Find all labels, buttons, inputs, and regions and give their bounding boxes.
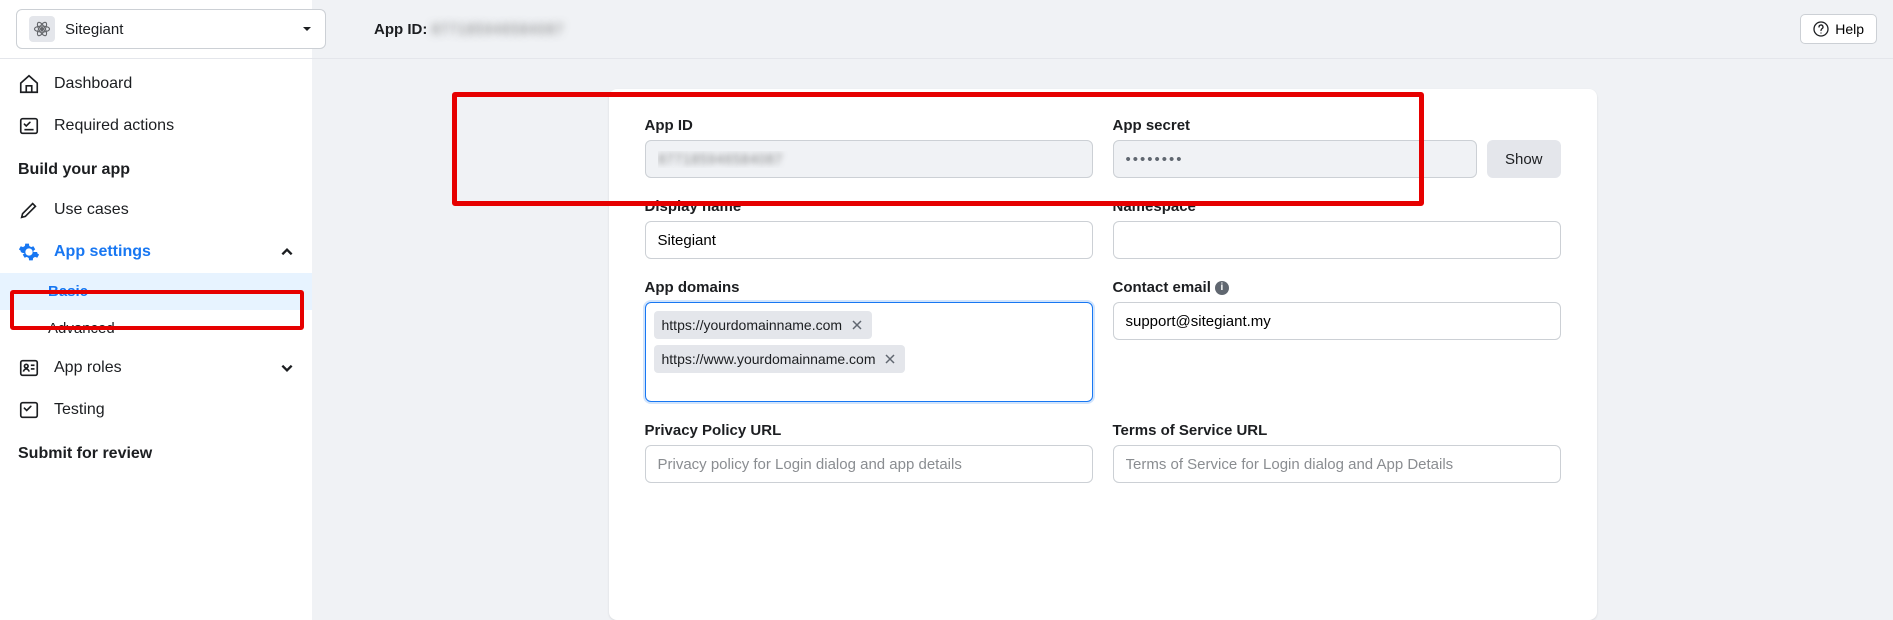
chevron-up-icon	[280, 245, 294, 259]
caret-down-icon	[301, 23, 313, 35]
contact-email-label: Contact email i	[1113, 279, 1561, 296]
show-secret-button[interactable]: Show	[1487, 140, 1561, 178]
app-id-field-label: App ID	[645, 117, 1093, 134]
namespace-input[interactable]	[1113, 221, 1561, 259]
help-button[interactable]: Help	[1800, 14, 1877, 44]
privacy-url-input[interactable]	[645, 445, 1093, 483]
app-id-label: App ID:	[374, 21, 427, 38]
namespace-label: Namespace	[1113, 198, 1561, 215]
remove-tag-icon[interactable]	[883, 352, 897, 366]
app-secret-input[interactable]	[1113, 140, 1477, 178]
main-content: App ID App secret Show Display name	[312, 0, 1893, 620]
display-name-label: Display name	[645, 198, 1093, 215]
testing-icon	[18, 399, 40, 421]
sidebar-heading-submit: Submit for review	[0, 431, 312, 473]
display-name-input[interactable]	[645, 221, 1093, 259]
sidebar-sublabel: Basic	[48, 283, 88, 300]
tos-url-label: Terms of Service URL	[1113, 422, 1561, 439]
help-label: Help	[1835, 21, 1864, 37]
chevron-down-icon	[280, 361, 294, 375]
app-id-input[interactable]	[645, 140, 1093, 178]
domain-tag: https://www.yourdomainname.com	[654, 345, 906, 373]
info-icon[interactable]: i	[1215, 281, 1229, 295]
atom-icon	[29, 16, 55, 42]
sidebar: Dashboard Required actions Build your ap…	[0, 0, 312, 620]
home-icon	[18, 73, 40, 95]
sidebar-label: App settings	[54, 243, 151, 261]
privacy-url-label: Privacy Policy URL	[645, 422, 1093, 439]
sidebar-item-dashboard[interactable]: Dashboard	[0, 63, 312, 105]
domain-tag: https://yourdomainname.com	[654, 311, 873, 339]
app-id-value: 877185946584087	[431, 21, 564, 38]
help-icon	[1813, 21, 1829, 37]
sidebar-sublabel: Advanced	[48, 320, 115, 337]
contact-email-input[interactable]	[1113, 302, 1561, 340]
settings-card: App ID App secret Show Display name	[609, 89, 1597, 620]
checklist-icon	[18, 115, 40, 137]
sidebar-item-use-cases[interactable]: Use cases	[0, 189, 312, 231]
sidebar-heading-build: Build your app	[0, 147, 312, 189]
sidebar-label: Dashboard	[54, 75, 132, 93]
domain-tag-text: https://www.yourdomainname.com	[662, 351, 876, 367]
app-selector-name: Sitegiant	[65, 21, 291, 38]
sidebar-subitem-basic[interactable]: Basic	[0, 273, 312, 310]
pencil-icon	[18, 199, 40, 221]
sidebar-label: Testing	[54, 401, 105, 419]
tos-url-input[interactable]	[1113, 445, 1561, 483]
sidebar-label: Required actions	[54, 117, 174, 135]
sidebar-item-app-settings[interactable]: App settings	[0, 231, 312, 273]
domain-tag-text: https://yourdomainname.com	[662, 317, 843, 333]
remove-tag-icon[interactable]	[850, 318, 864, 332]
gear-icon	[18, 241, 40, 263]
sidebar-label: Use cases	[54, 201, 129, 219]
sidebar-item-app-roles[interactable]: App roles	[0, 347, 312, 389]
app-domains-input[interactable]: https://yourdomainname.com https://www.y…	[645, 302, 1093, 402]
sidebar-item-testing[interactable]: Testing	[0, 389, 312, 431]
sidebar-subitem-advanced[interactable]: Advanced	[0, 310, 312, 347]
app-secret-field-label: App secret	[1113, 117, 1561, 134]
sidebar-label: App roles	[54, 359, 122, 377]
app-domains-label: App domains	[645, 279, 1093, 296]
app-selector-dropdown[interactable]: Sitegiant	[16, 9, 326, 49]
roles-icon	[18, 357, 40, 379]
sidebar-item-required-actions[interactable]: Required actions	[0, 105, 312, 147]
